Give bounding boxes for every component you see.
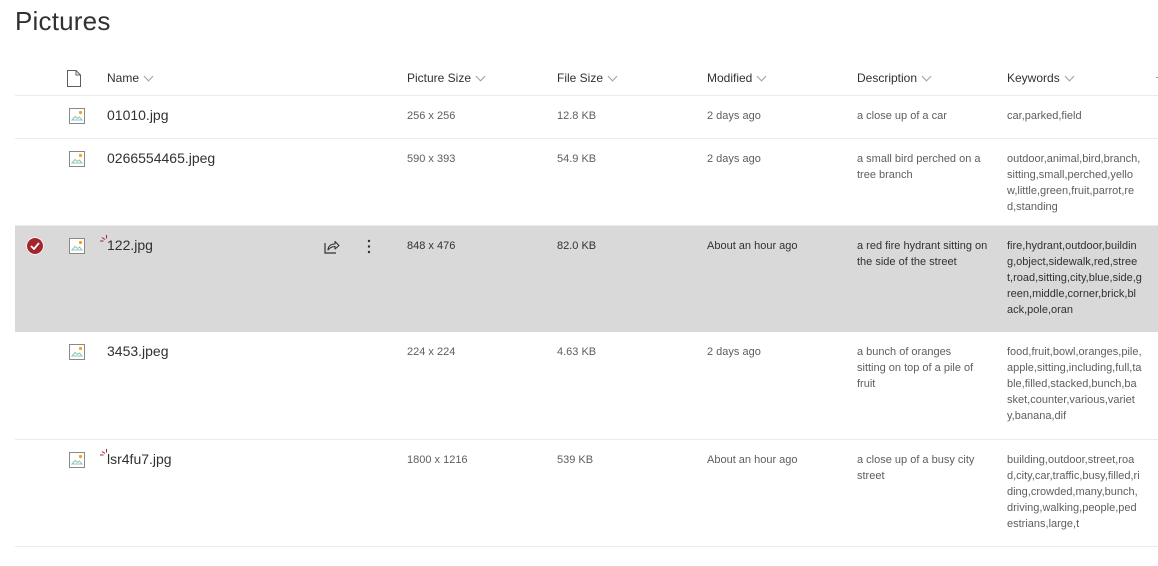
image-file-icon bbox=[69, 452, 85, 468]
document-icon bbox=[67, 69, 81, 87]
column-header-picture-size-label: Picture Size bbox=[407, 71, 472, 85]
file-size: 54.9 KB bbox=[557, 153, 597, 165]
chevron-down-icon bbox=[1064, 71, 1075, 81]
chevron-down-icon bbox=[756, 71, 767, 81]
column-header-modified-label: Modified bbox=[707, 71, 753, 85]
image-file-icon bbox=[69, 108, 85, 124]
column-header-description-label: Description bbox=[857, 71, 918, 85]
document-library-list: Name Picture Size File Size Modified Des… bbox=[15, 60, 1158, 547]
column-header-file-size-label: File Size bbox=[557, 71, 604, 85]
column-header-file-type[interactable] bbox=[67, 60, 81, 96]
description: a bunch of oranges sitting on top of a p… bbox=[857, 346, 974, 390]
description: a small bird perched on a tree branch bbox=[857, 153, 981, 181]
chevron-down-icon bbox=[607, 71, 618, 81]
file-size: 82.0 KB bbox=[557, 240, 597, 252]
picture-size: 590 x 393 bbox=[407, 153, 456, 165]
column-header-keywords-label: Keywords bbox=[1007, 71, 1060, 85]
column-header-picture-size[interactable]: Picture Size bbox=[407, 60, 486, 96]
keywords: outdoor,animal,bird,branch,sitting,small… bbox=[1007, 153, 1141, 213]
keywords: building,outdoor,street,road,city,car,tr… bbox=[1007, 454, 1140, 530]
file-name-link[interactable]: 122.jpg bbox=[107, 226, 153, 253]
file-name-link[interactable]: 3453.jpeg bbox=[107, 332, 169, 359]
keywords: car,parked,field bbox=[1007, 110, 1082, 122]
modified: 2 days ago bbox=[707, 110, 761, 122]
file-name-link[interactable]: 0266554465.jpeg bbox=[107, 139, 215, 166]
chevron-down-icon bbox=[921, 71, 932, 81]
image-file-icon bbox=[69, 151, 85, 167]
table-row-selected[interactable]: 122.jpg 848 x 476 82.0 KB About an hour … bbox=[15, 226, 1158, 332]
table-row[interactable]: 01010.jpg 256 x 256 12.8 KB 2 days ago a… bbox=[15, 96, 1158, 139]
file-name-link[interactable]: lsr4fu7.jpg bbox=[107, 440, 172, 467]
picture-size: 848 x 476 bbox=[407, 240, 456, 252]
file-name-link[interactable]: 01010.jpg bbox=[107, 96, 169, 123]
column-header-modified[interactable]: Modified bbox=[707, 60, 767, 96]
image-file-icon bbox=[69, 344, 85, 360]
keywords: food,fruit,bowl,oranges,pile,apple,sitti… bbox=[1007, 346, 1142, 422]
file-size: 12.8 KB bbox=[557, 110, 597, 122]
description: a red fire hydrant sitting on the side o… bbox=[857, 240, 988, 268]
description: a close up of a busy city street bbox=[857, 454, 975, 482]
picture-size: 224 x 224 bbox=[407, 346, 456, 358]
modified: 2 days ago bbox=[707, 153, 761, 165]
row-select-checkbox[interactable] bbox=[26, 237, 44, 255]
table-row[interactable]: 0266554465.jpeg 590 x 393 54.9 KB 2 days… bbox=[15, 139, 1158, 226]
description: a close up of a car bbox=[857, 110, 947, 122]
column-header-name-label: Name bbox=[107, 71, 140, 85]
share-icon[interactable] bbox=[324, 239, 340, 254]
modified: About an hour ago bbox=[707, 240, 798, 252]
column-header-file-size[interactable]: File Size bbox=[557, 60, 618, 96]
picture-size: 1800 x 1216 bbox=[407, 454, 468, 466]
chevron-down-icon bbox=[143, 71, 154, 81]
chevron-down-icon bbox=[475, 71, 486, 81]
modified: 2 days ago bbox=[707, 346, 761, 358]
column-header-name[interactable]: Name bbox=[107, 60, 154, 96]
page-title: Pictures bbox=[15, 6, 111, 36]
file-size: 539 KB bbox=[557, 454, 594, 466]
more-options-icon[interactable] bbox=[367, 239, 371, 254]
keywords: fire,hydrant,outdoor,building,object,sid… bbox=[1007, 240, 1142, 316]
table-row[interactable]: lsr4fu7.jpg 1800 x 1216 539 KB About an … bbox=[15, 440, 1158, 547]
column-header-description[interactable]: Description bbox=[857, 60, 932, 96]
modified: About an hour ago bbox=[707, 454, 798, 466]
column-header-keywords[interactable]: Keywords bbox=[1007, 60, 1075, 96]
image-file-icon bbox=[69, 238, 85, 254]
checkmark-icon bbox=[30, 242, 40, 250]
column-header-row: Name Picture Size File Size Modified Des… bbox=[15, 60, 1158, 96]
file-size: 4.63 KB bbox=[557, 346, 597, 358]
picture-size: 256 x 256 bbox=[407, 110, 456, 122]
table-row[interactable]: 3453.jpeg 224 x 224 4.63 KB 2 days ago a… bbox=[15, 332, 1158, 440]
